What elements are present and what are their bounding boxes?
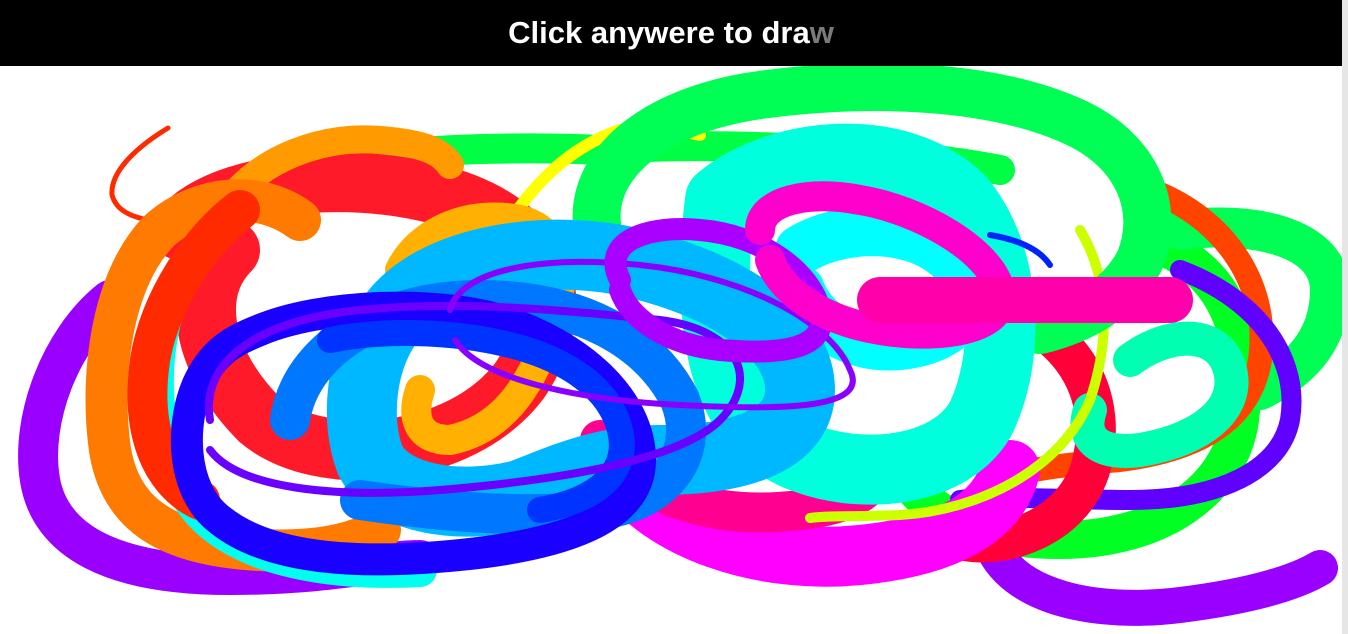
page-title: Click anywere to draw (508, 15, 834, 51)
title-main: Click anywere to dra (508, 15, 810, 50)
header-bar: Click anywere to draw (0, 0, 1342, 66)
title-tail: w (809, 15, 834, 50)
vertical-scrollbar[interactable] (1342, 0, 1348, 634)
drawing-canvas[interactable] (0, 66, 1342, 634)
drawing-surface[interactable] (0, 66, 1342, 634)
scrollbar-thumb[interactable] (1342, 0, 1348, 634)
